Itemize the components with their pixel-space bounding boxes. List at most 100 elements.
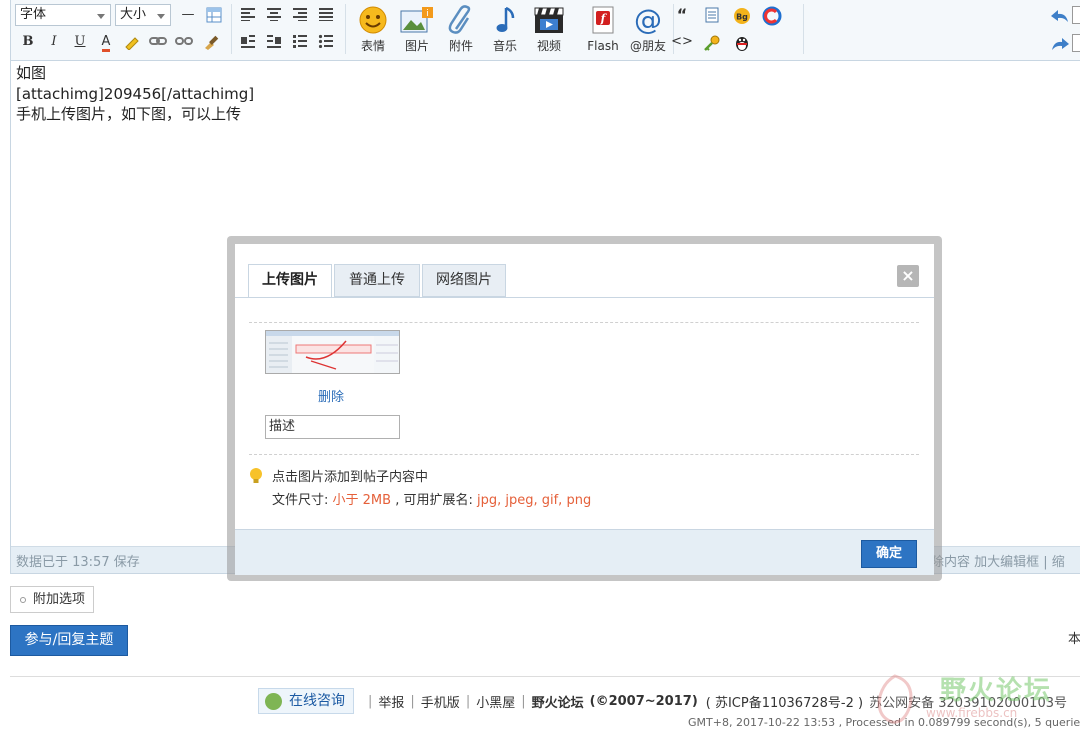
editor-content[interactable]: 如图 [attachimg]209456[/attachimg] 手机上传图片，… [16,63,254,125]
icp-link[interactable]: ( 苏ICP备11036728号-2 ) [706,692,863,711]
delete-image-link[interactable]: 删除 [318,386,344,405]
emoticon-button[interactable]: 表情 [351,2,395,58]
insert-doc-button[interactable] [701,4,723,26]
confirm-button[interactable]: 确定 [861,540,917,568]
font-color-button[interactable]: A [95,31,117,53]
italic-button[interactable]: I [43,31,65,53]
qq-button[interactable] [731,31,753,53]
upload-dialog-overlay: 上传图片 普通上传 网络图片 × 删除 描述 点击图片添加到帖子内容中 文件尺寸… [227,236,942,581]
tab-underline [235,297,934,298]
ordered-list-button[interactable] [289,31,311,53]
clear-format-button[interactable] [201,31,223,53]
footer-divider [10,676,1080,677]
toolbar-separator [803,4,804,54]
online-consult-button[interactable]: 在线咨询 [258,688,354,714]
dialog-footer: 确定 [235,529,934,575]
table-icon [206,7,222,23]
police-record-link[interactable]: 苏公网安备 32039102000103号 [869,692,1067,711]
more-options-button[interactable] [1072,6,1080,24]
size-select-value: 大小 [120,7,147,22]
float-right-button[interactable] [263,31,285,53]
align-left-icon [241,8,255,21]
svg-text:Bg: Bg [736,13,748,22]
font-family-select[interactable]: 字体 [15,4,111,26]
password-button[interactable] [701,31,723,53]
mention-friend-button[interactable]: @ @朋友 [625,2,671,58]
size-limit: 小于 2MB [332,493,392,508]
float-right-icon [267,35,281,48]
music-button[interactable]: 音乐 [483,2,527,58]
mobile-link[interactable]: 手机版 [421,692,460,711]
image-icon: i [400,7,433,33]
dashed-divider [249,454,919,455]
upload-image-dialog: 上传图片 普通上传 网络图片 × 删除 描述 点击图片添加到帖子内容中 文件尺寸… [235,244,934,575]
code-button[interactable]: <> [671,31,693,53]
bold-button[interactable]: B [17,31,39,53]
attachment-button[interactable]: 附件 [439,2,483,58]
tab-web-image[interactable]: 网络图片 [422,264,506,297]
key-icon [704,35,720,51]
uploaded-image-thumbnail[interactable] [265,330,400,374]
image-description-input[interactable]: 描述 [265,415,400,439]
music-note-icon [496,6,515,32]
align-left-button[interactable] [237,4,259,26]
smiley-icon [359,6,387,34]
video-button[interactable]: 视频 [527,2,571,58]
image-button[interactable]: i 图片 [395,2,439,58]
consult-label: 在线咨询 [289,693,345,709]
site-footer: 在线咨询 | 举报 | 手机版 | 小黑屋 | 野火论坛 (©2007~2017… [258,688,1067,714]
flash-label: Flash [587,39,619,53]
unordered-list-button[interactable] [315,31,337,53]
tab-normal-upload[interactable]: 普通上传 [334,264,420,297]
flash-button[interactable]: f Flash [581,2,625,58]
unlink-button[interactable] [173,31,195,53]
redo-button[interactable] [1049,33,1071,55]
allowed-extensions: jpg, jpeg, gif, png [476,493,592,508]
tab-upload-image[interactable]: 上传图片 [248,264,332,298]
table-button[interactable] [203,4,225,26]
video-label: 视频 [536,39,561,53]
justify-button[interactable] [315,4,337,26]
brush-icon [205,35,219,50]
qq-penguin-icon [736,37,748,51]
additional-options-button[interactable]: 附加选项 [10,586,95,613]
editor-actions[interactable]: 除内容 加大编辑框 | 缩 [931,551,1065,570]
close-icon[interactable]: × [897,265,919,287]
c-logo-icon [762,6,782,26]
c-button[interactable] [761,3,783,26]
align-right-button[interactable] [289,4,311,26]
unlink-icon [175,37,193,45]
flash-icon: f [592,6,614,34]
report-link[interactable]: 举报 [378,692,404,711]
link-button[interactable] [147,31,169,53]
blacklist-link[interactable]: 小黑屋 [476,692,515,711]
editor-toolbar: 字体 大小 — B I U A 表情 i 图片 附件 音乐 视频 f Flash… [11,0,1080,61]
reply-topic-button[interactable]: 参与/回复主题 [10,625,128,656]
font-size-select[interactable]: 大小 [115,4,171,26]
at-icon: @ [634,5,662,35]
align-center-button[interactable] [263,4,285,26]
svg-text:i: i [426,9,429,19]
lightbulb-icon [250,468,262,483]
more-options-button[interactable] [1072,34,1080,52]
hr-glyph: — [181,7,195,22]
footer-separator: | [465,693,471,709]
spellcheck-button[interactable] [121,31,143,53]
font-select-value: 字体 [20,7,47,22]
float-left-button[interactable] [237,31,259,53]
site-name-link[interactable]: 野火论坛 [532,692,584,711]
dashed-divider [249,322,919,323]
underline-button[interactable]: U [69,31,91,53]
redo-icon [1052,38,1069,50]
chevron-down-icon [157,14,165,19]
horizontal-rule-button[interactable]: — [177,4,199,26]
footer-separator: | [368,693,373,709]
bg-badge-icon: Bg [734,8,750,24]
autosave-status: 数据已于 13:57 保存 [16,555,140,570]
quote-button[interactable]: “ [671,4,693,26]
undo-icon [1051,10,1068,22]
underline-glyph: U [74,34,86,49]
bg-button[interactable]: Bg [731,4,753,26]
size-prefix: 文件尺寸: [272,493,333,508]
undo-button[interactable] [1049,5,1071,27]
